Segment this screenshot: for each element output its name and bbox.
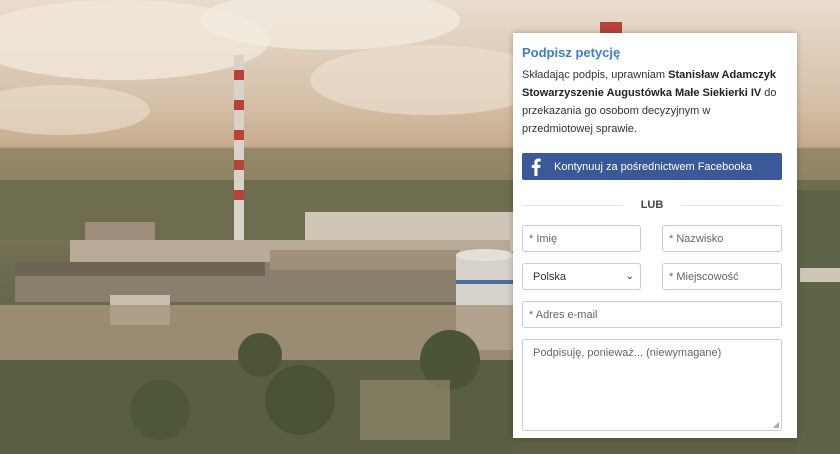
or-divider: LUB xyxy=(522,195,783,215)
first-name-placeholder: * Imię xyxy=(529,232,558,245)
country-select[interactable]: Polska ⌄ xyxy=(522,263,641,290)
email-input[interactable]: * Adres e-mail xyxy=(522,301,782,328)
resize-grip-icon[interactable]: ◢ xyxy=(773,420,779,429)
consent-prefix: Składając podpis, uprawniam xyxy=(522,69,666,81)
country-value: Polska xyxy=(533,270,567,283)
chevron-down-icon: ⌄ xyxy=(625,271,634,282)
city-input[interactable]: * Miejscowość xyxy=(662,263,782,290)
email-placeholder: * Adres e-mail xyxy=(529,308,598,321)
facebook-continue-button[interactable]: Kontynuuj za pośrednictwem Facebooka xyxy=(522,153,782,180)
comment-textarea[interactable]: Podpisuję, ponieważ... (niewymagane) ◢ xyxy=(522,339,782,431)
divider-line-right xyxy=(681,204,783,206)
comment-placeholder: Podpisuję, ponieważ... (niewymagane) xyxy=(533,347,722,359)
first-name-input[interactable]: * Imię xyxy=(522,225,641,252)
consent-text: Składając podpis, uprawniam Stanisław Ad… xyxy=(522,66,782,138)
petition-title: Podpisz petycję xyxy=(522,45,621,60)
facebook-icon xyxy=(522,158,550,176)
last-name-input[interactable]: * Nazwisko xyxy=(662,225,782,252)
or-label: LUB xyxy=(640,199,664,211)
divider-line-left xyxy=(522,204,623,206)
city-placeholder: * Miejscowość xyxy=(669,270,739,283)
petition-sign-panel: Podpisz petycję Składając podpis, uprawn… xyxy=(513,33,797,438)
facebook-button-label: Kontynuuj za pośrednictwem Facebooka xyxy=(554,160,753,173)
last-name-placeholder: * Nazwisko xyxy=(669,232,724,245)
